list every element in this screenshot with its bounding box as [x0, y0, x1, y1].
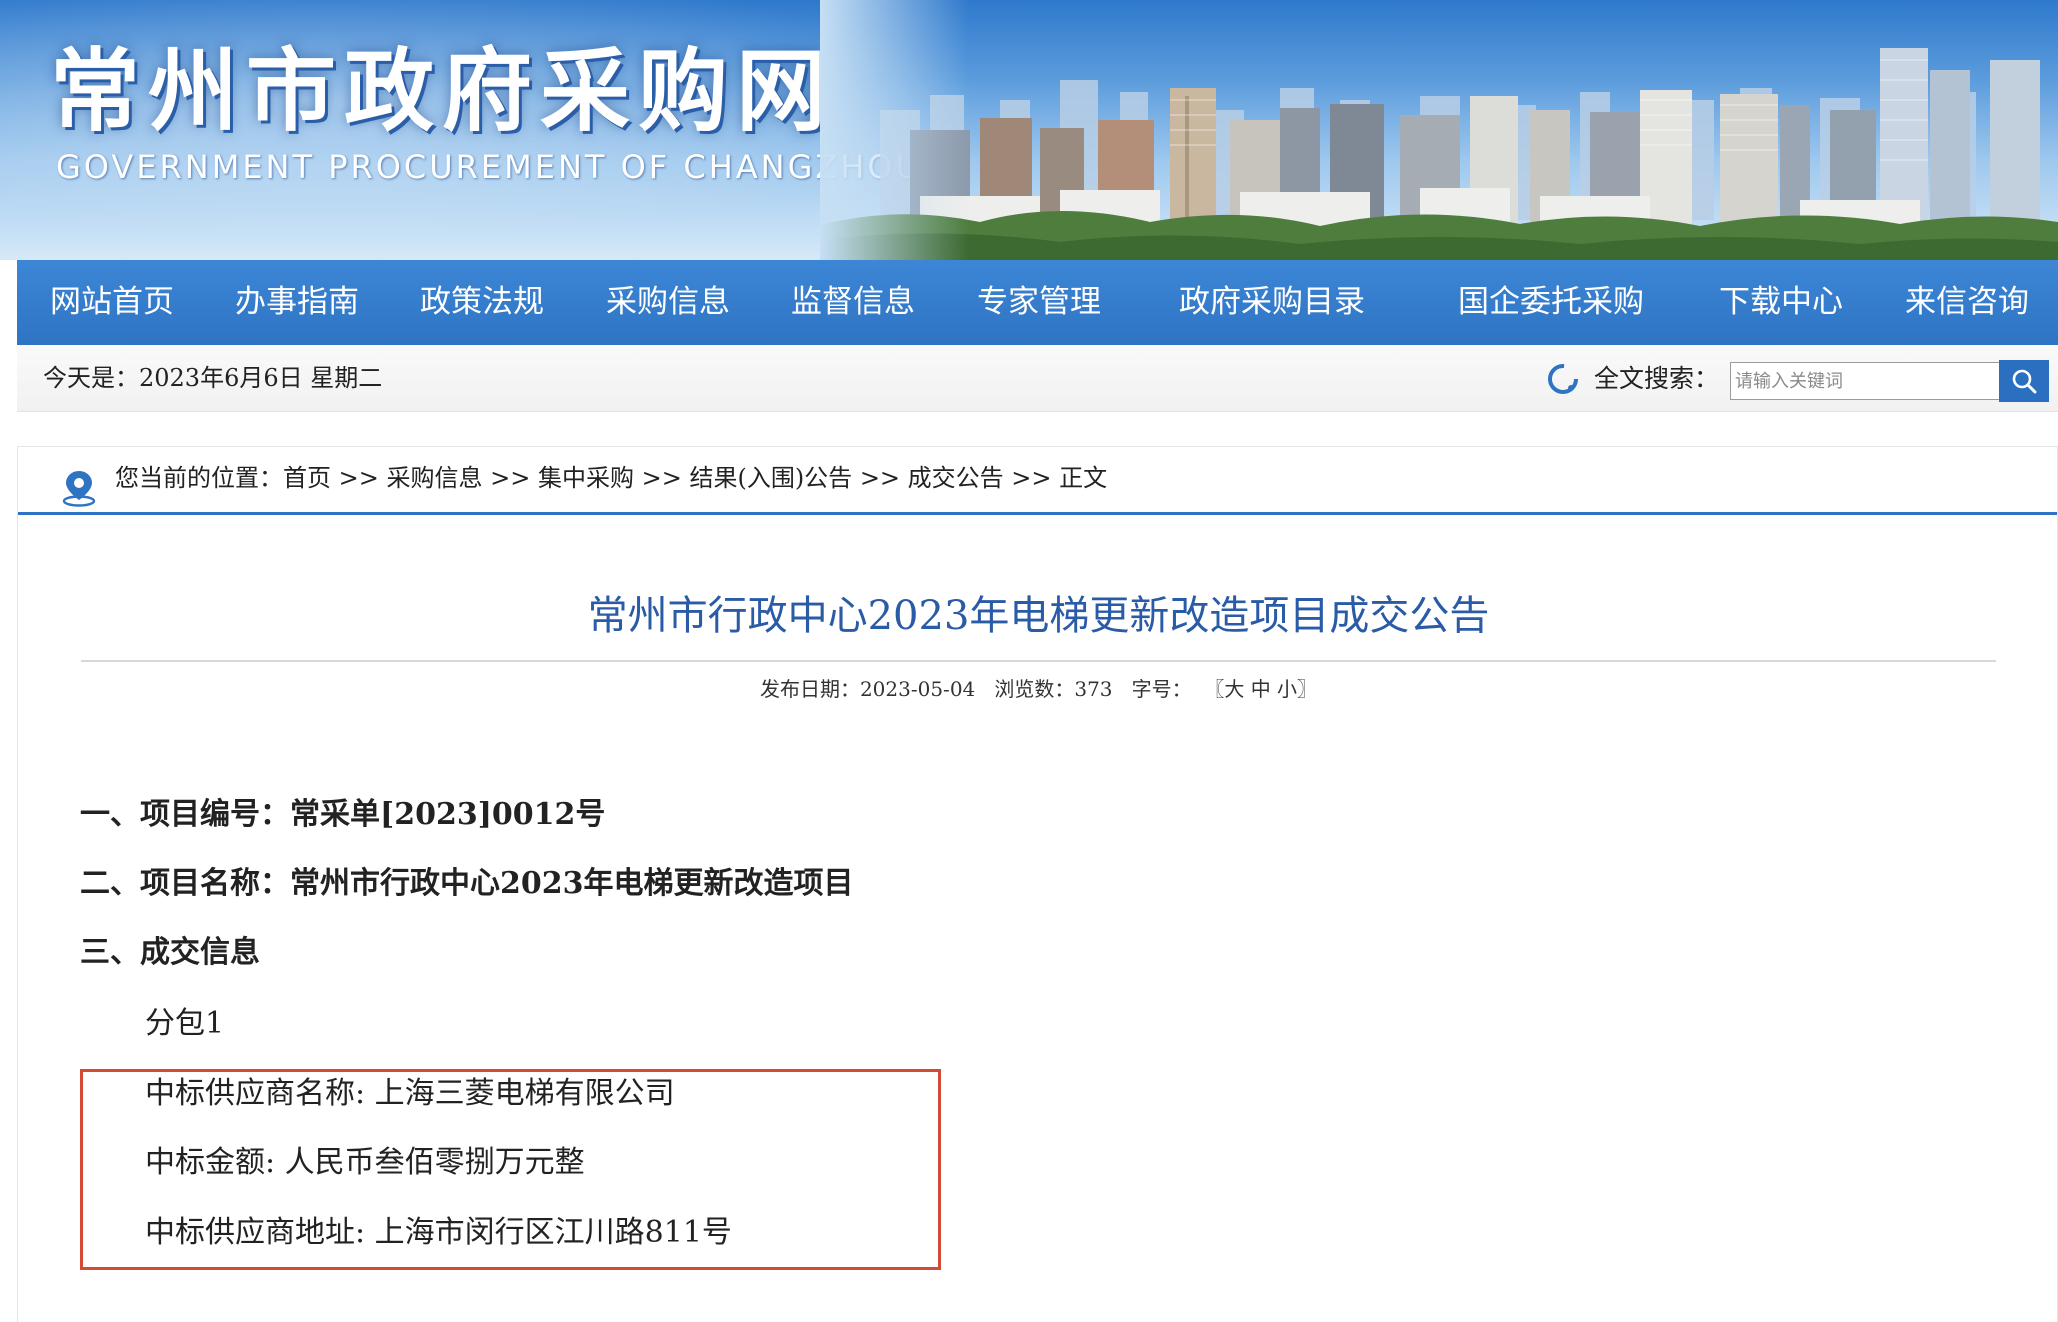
font-size-large[interactable]: 大 — [1224, 677, 1244, 701]
magnifier-icon — [2012, 369, 2037, 394]
article-meta: 发布日期：2023-05-04 浏览数：373 字号： 〖大 中 小〗 — [18, 673, 2058, 702]
font-size-switcher: 〖大 中 小〗 — [1204, 677, 1317, 701]
breadcrumb-separator: >> — [331, 464, 387, 492]
title-divider — [81, 660, 1996, 662]
font-size-medium[interactable]: 中 — [1251, 677, 1271, 701]
location-pin-icon — [62, 471, 96, 507]
nav-item-catalog[interactable]: 政府采购目录 — [1179, 260, 1365, 345]
nav-item-guide[interactable]: 办事指南 — [235, 260, 359, 345]
breadcrumb-current: 正文 — [1059, 464, 1108, 492]
font-size-small[interactable]: 小 — [1277, 677, 1297, 701]
publish-date-label: 发布日期： — [759, 677, 860, 701]
search-input[interactable] — [1730, 362, 2000, 400]
font-size-bracket-open: 〖 — [1204, 677, 1225, 701]
breadcrumb-separator: >> — [633, 464, 690, 492]
nav-item-policy[interactable]: 政策法规 — [420, 260, 544, 345]
views-count: 373 — [1074, 677, 1113, 701]
city-skyline-image — [820, 0, 2058, 260]
winning-supplier-name: 中标供应商名称: 上海三菱电梯有限公司 — [145, 1076, 675, 1111]
nav-item-procurement[interactable]: 采购信息 — [606, 260, 730, 345]
nav-item-contact[interactable]: 来信咨询 — [1905, 260, 2029, 345]
breadcrumb-procurement[interactable]: 采购信息 — [386, 464, 482, 492]
font-size-bracket-close: 〗 — [1297, 677, 1318, 701]
nav-item-soe[interactable]: 国企委托采购 — [1458, 260, 1644, 345]
article-card: 您当前的位置：首页 >> 采购信息 >> 集中采购 >> 结果(入围)公告 >>… — [17, 446, 2058, 1322]
nav-item-downloads[interactable]: 下载中心 — [1719, 260, 1843, 345]
breadcrumb-centralized[interactable]: 集中采购 — [538, 464, 634, 492]
winning-supplier-address: 中标供应商地址: 上海市闵行区江川路811号 — [145, 1215, 732, 1250]
package-label: 分包1 — [145, 1006, 225, 1041]
breadcrumb-separator: >> — [1003, 464, 1060, 492]
publish-date: 2023-05-04 — [859, 677, 976, 701]
font-size-label: 字号： — [1131, 677, 1192, 701]
main-nav: 网站首页 办事指南 政策法规 采购信息 监督信息 专家管理 政府采购目录 国企委… — [17, 260, 2058, 345]
refresh-search-icon — [1548, 364, 1578, 394]
project-number: 一、项目编号：常采单[2023]0012号 — [80, 797, 606, 832]
breadcrumb-awards[interactable]: 成交公告 — [908, 464, 1004, 492]
views-label: 浏览数： — [994, 677, 1075, 701]
project-name: 二、项目名称：常州市行政中心2023年电梯更新改造项目 — [80, 866, 854, 901]
deal-info-heading: 三、成交信息 — [80, 935, 260, 970]
breadcrumb-text: 您当前的位置：首页 >> 采购信息 >> 集中采购 >> 结果(入围)公告 >>… — [115, 447, 1107, 509]
breadcrumb-prefix: 您当前的位置： — [115, 464, 283, 492]
breadcrumb-results[interactable]: 结果(入围)公告 — [689, 464, 852, 492]
today-date: 今天是：2023年6月6日 星期二 — [43, 364, 383, 392]
nav-item-supervision[interactable]: 监督信息 — [791, 260, 915, 345]
article-title: 常州市行政中心2023年电梯更新改造项目成交公告 — [587, 593, 1490, 639]
site-title-cn: 常州市政府采购网 — [50, 39, 834, 144]
search-button[interactable] — [1999, 360, 2049, 402]
site-banner: 常州市政府采购网 GOVERNMENT PROCUREMENT OF CHANG… — [0, 0, 2058, 260]
breadcrumb: 您当前的位置：首页 >> 采购信息 >> 集中采购 >> 结果(入围)公告 >>… — [18, 447, 2057, 515]
nav-item-home[interactable]: 网站首页 — [50, 260, 174, 345]
breadcrumb-separator: >> — [852, 464, 908, 492]
breadcrumb-separator: >> — [482, 464, 538, 492]
breadcrumb-home[interactable]: 首页 — [283, 464, 331, 492]
winning-amount: 中标金额: 人民币叁佰零捌万元整 — [145, 1145, 585, 1180]
nav-item-experts[interactable]: 专家管理 — [977, 260, 1101, 345]
site-title-en: GOVERNMENT PROCUREMENT OF CHANGZHOU — [56, 148, 922, 186]
search-label: 全文搜索： — [1594, 364, 1720, 393]
info-bar: 今天是：2023年6月6日 星期二 全文搜索： — [17, 345, 2058, 412]
